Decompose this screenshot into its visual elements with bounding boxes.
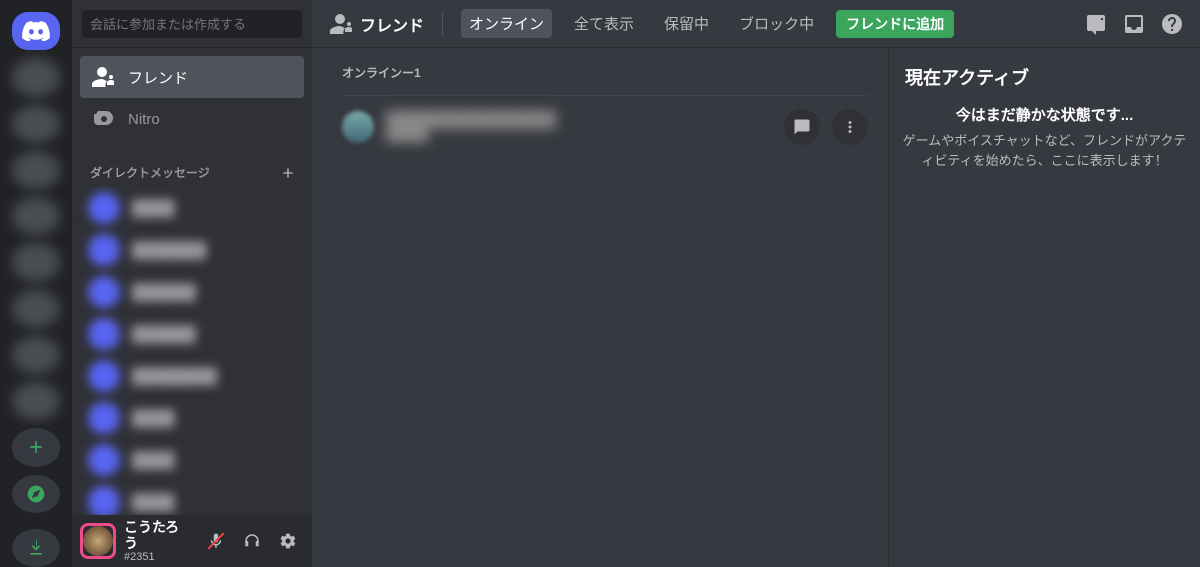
dm-header: ダイレクトメッセージ xyxy=(72,148,312,185)
nav-nitro[interactable]: Nitro xyxy=(80,98,304,140)
dm-sidebar: フレンド Nitro ダイレクトメッセージ ████ ███████ █████… xyxy=(72,0,312,567)
online-count: オンラインー1 xyxy=(342,64,868,81)
download-icon xyxy=(26,538,46,558)
top-bar: フレンド オンライン 全て表示 保留中 ブロック中 フレンドに追加 xyxy=(312,0,1200,48)
tab-online[interactable]: オンライン xyxy=(461,9,552,38)
activity-header: 現在アクティブ xyxy=(905,64,1184,90)
friends-icon xyxy=(90,65,114,89)
friend-row[interactable]: ████████████████ █████ xyxy=(342,95,868,157)
add-server-button[interactable] xyxy=(12,428,60,466)
nav-friends[interactable]: フレンド xyxy=(80,56,304,98)
friend-info: ████████████████ █████ xyxy=(386,111,772,142)
friends-icon xyxy=(328,12,352,36)
deafen-button[interactable] xyxy=(236,525,268,557)
server-icon[interactable] xyxy=(12,105,60,143)
dm-item[interactable]: ████████ xyxy=(80,355,304,397)
server-icon[interactable] xyxy=(12,290,60,328)
discord-logo-icon xyxy=(22,21,50,41)
create-dm-button[interactable] xyxy=(280,165,296,181)
microphone-icon xyxy=(207,532,225,550)
home-button[interactable] xyxy=(12,12,60,50)
more-vertical-icon xyxy=(841,118,859,136)
download-button[interactable] xyxy=(12,529,60,567)
more-button[interactable] xyxy=(832,109,868,145)
activity-empty-desc: ゲームやボイスチャットなど、フレンドがアクティビティを始めたら、ここに表示します… xyxy=(899,131,1190,170)
server-rail xyxy=(0,0,72,567)
explore-button[interactable] xyxy=(12,475,60,513)
tab-pending[interactable]: 保留中 xyxy=(656,9,717,38)
sidebar-nav: フレンド Nitro xyxy=(72,48,312,148)
compass-icon xyxy=(26,484,46,504)
user-tag: #2351 xyxy=(124,551,192,564)
friends-list: オンラインー1 ████████████████ █████ xyxy=(312,48,888,567)
user-settings-button[interactable] xyxy=(272,525,304,557)
mute-button[interactable] xyxy=(200,525,232,557)
search-input[interactable] xyxy=(82,10,302,38)
search-bar xyxy=(72,0,312,48)
nitro-icon xyxy=(90,107,114,131)
nav-friends-label: フレンド xyxy=(128,67,188,88)
user-avatar-highlight xyxy=(80,523,116,559)
server-icon[interactable] xyxy=(12,197,60,235)
nav-nitro-label: Nitro xyxy=(128,111,160,128)
help-icon[interactable] xyxy=(1160,12,1184,36)
user-name: こうたろう xyxy=(124,519,192,551)
new-group-dm-icon[interactable] xyxy=(1084,12,1108,36)
headphones-icon xyxy=(243,532,261,550)
tab-blocked[interactable]: ブロック中 xyxy=(731,9,822,38)
dm-list: ████ ███████ ██████ ██████ ████████ ████… xyxy=(72,185,312,515)
dm-item[interactable]: ████ xyxy=(80,397,304,439)
message-icon xyxy=(793,118,811,136)
page-title: フレンド xyxy=(360,12,424,36)
server-icon[interactable] xyxy=(12,58,60,96)
dm-item[interactable]: ████ xyxy=(80,187,304,229)
user-avatar[interactable] xyxy=(83,526,113,556)
user-info[interactable]: こうたろう #2351 xyxy=(124,519,192,564)
main: フレンド オンライン 全て表示 保留中 ブロック中 フレンドに追加 オンラインー… xyxy=(312,0,1200,567)
server-icon[interactable] xyxy=(12,243,60,281)
dm-item[interactable]: ████ xyxy=(80,439,304,481)
dm-item[interactable]: ████ xyxy=(80,481,304,515)
dm-item[interactable]: ██████ xyxy=(80,271,304,313)
dm-header-label: ダイレクトメッセージ xyxy=(90,164,210,181)
server-icon[interactable] xyxy=(12,151,60,189)
message-button[interactable] xyxy=(784,109,820,145)
avatar xyxy=(342,111,374,143)
plus-icon xyxy=(26,437,46,457)
add-friend-button[interactable]: フレンドに追加 xyxy=(836,10,954,38)
user-panel: こうたろう #2351 xyxy=(72,515,312,567)
divider xyxy=(442,12,443,36)
activity-empty-title: 今はまだ静かな状態です... xyxy=(899,104,1190,125)
server-icon[interactable] xyxy=(12,382,60,420)
dm-item[interactable]: ██████ xyxy=(80,313,304,355)
dm-item[interactable]: ███████ xyxy=(80,229,304,271)
server-icon[interactable] xyxy=(12,336,60,374)
tab-all[interactable]: 全て表示 xyxy=(566,9,642,38)
gear-icon xyxy=(279,532,297,550)
activity-panel: 現在アクティブ 今はまだ静かな状態です... ゲームやボイスチャットなど、フレン… xyxy=(888,48,1200,567)
inbox-icon[interactable] xyxy=(1122,12,1146,36)
